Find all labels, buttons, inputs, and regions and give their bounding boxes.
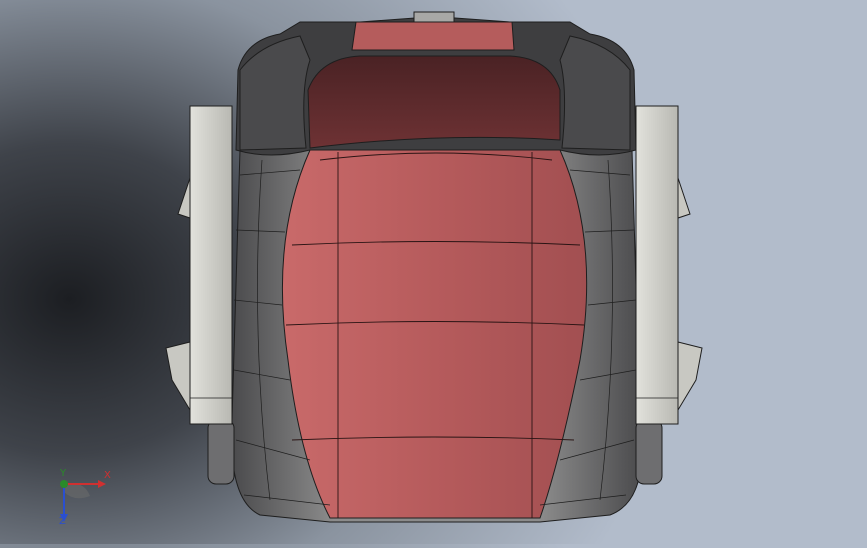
axis-triad: X Y Z [44, 462, 124, 532]
bracket-tab-right-lower [677, 341, 703, 412]
seat-model[interactable] [0, 0, 867, 544]
bracket-tab-left-upper [177, 177, 191, 219]
seat-cushion [281, 149, 588, 519]
bracket-left [189, 105, 233, 425]
shell-foot-right [635, 419, 663, 485]
headrest-band [351, 21, 515, 51]
triad-shadow [64, 483, 90, 499]
y-axis-label: Y [59, 468, 67, 479]
cad-viewport[interactable] [0, 0, 867, 544]
shell-foot-left [207, 419, 235, 485]
y-axis-icon [60, 480, 68, 488]
x-axis-label: X [104, 470, 111, 481]
bracket-tab-right-upper [677, 177, 691, 219]
z-axis-label: Z [59, 516, 66, 527]
headrest-cushion [307, 55, 561, 149]
bracket-tab-left-lower [165, 341, 191, 412]
bracket-right [635, 105, 679, 425]
